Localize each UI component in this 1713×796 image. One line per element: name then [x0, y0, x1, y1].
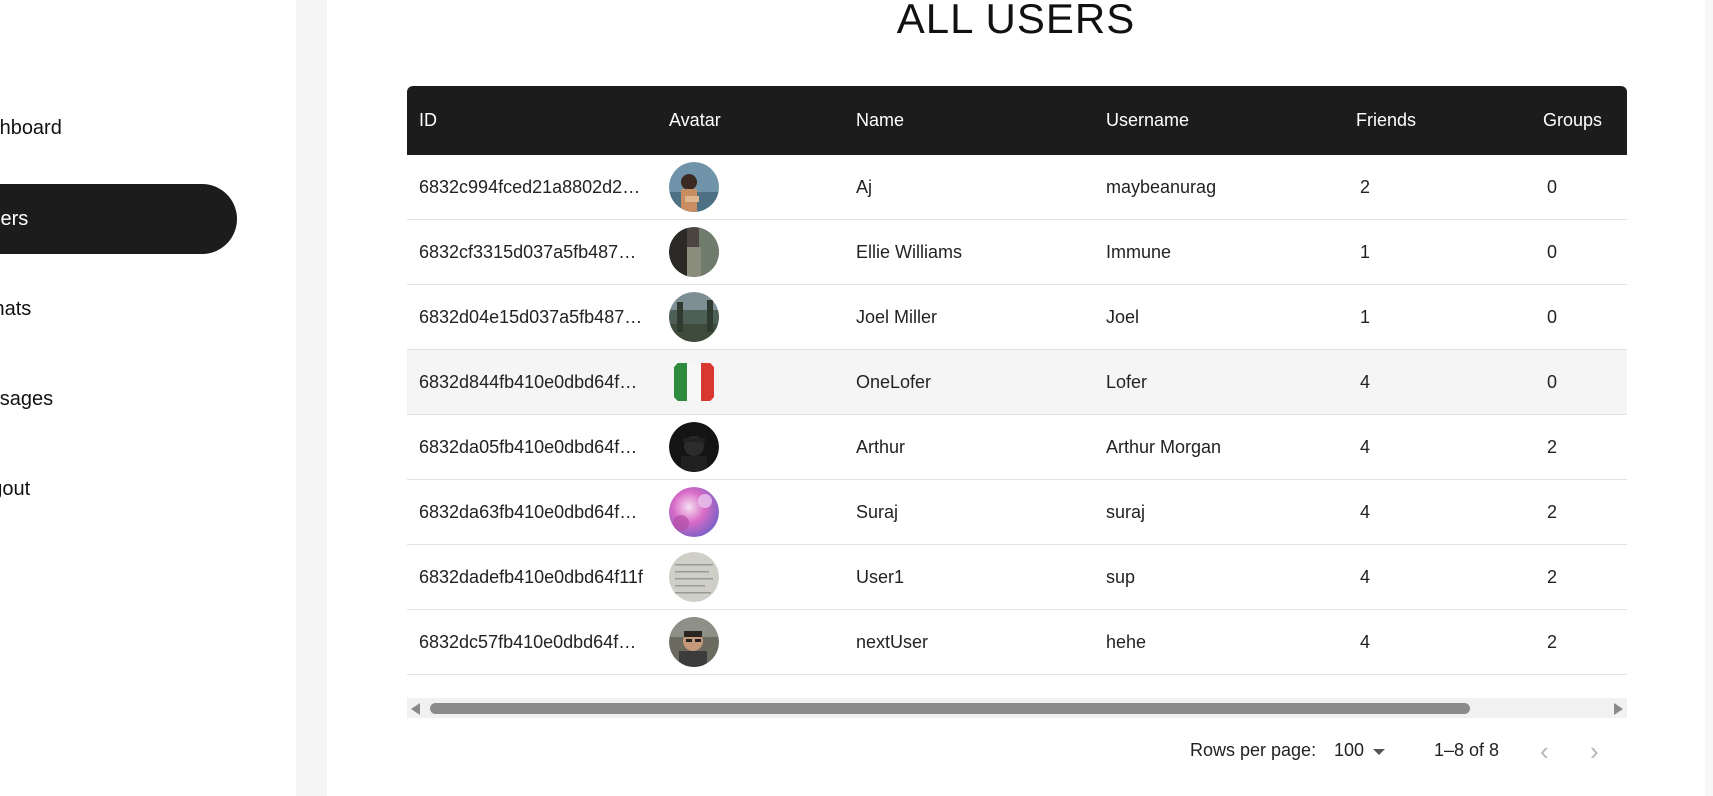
column-header-username[interactable]: Username [1094, 110, 1344, 131]
cell-username: Arthur Morgan [1106, 436, 1222, 457]
column-header-avatar[interactable]: Avatar [657, 110, 844, 131]
avatar-cell [657, 422, 844, 472]
table-row[interactable]: 6832da05fb410e0dbd64f… Arthur Arthur Mor… [407, 415, 1627, 480]
cell-id: 6832d844fb410e0dbd64f… [419, 371, 638, 392]
cell-username: Lofer [1106, 371, 1148, 392]
sidebar-item-label: Messages [0, 387, 54, 410]
sidebar-item-messages[interactable]: Messages [0, 364, 237, 434]
cell-name: Joel Miller [856, 306, 938, 327]
avatar [669, 552, 719, 602]
cell-groups: 0 [1547, 306, 1558, 327]
cell-friends: 2 [1360, 176, 1371, 197]
avatar [669, 617, 719, 667]
column-header-friends[interactable]: Friends [1344, 110, 1531, 131]
cell-friends: 1 [1360, 306, 1371, 327]
table-row[interactable]: 6832cf3315d037a5fb487… Ellie Williams Im… [407, 220, 1627, 285]
avatar-cell [657, 227, 844, 277]
sidebar-item-label: Logout [0, 477, 31, 500]
column-header-name[interactable]: Name [844, 110, 1094, 131]
scroll-left-icon[interactable] [411, 703, 420, 715]
chevron-down-icon[interactable] [1373, 749, 1385, 755]
cell-username: maybeanurag [1106, 176, 1217, 197]
cell-username: sup [1106, 566, 1136, 587]
pagination: Rows per page: 100 1–8 of 8 ‹ › [407, 736, 1627, 766]
cell-friends: 4 [1360, 501, 1371, 522]
cell-name: Suraj [856, 501, 899, 522]
rows-per-page-select[interactable]: 100 [1334, 740, 1364, 761]
cell-groups: 2 [1547, 436, 1558, 457]
cell-groups: 2 [1547, 631, 1558, 652]
window-edge [1705, 0, 1713, 796]
column-header-groups[interactable]: Groups [1531, 110, 1627, 131]
cell-name: Aj [856, 176, 873, 197]
cell-groups: 2 [1547, 566, 1558, 587]
cell-username: Joel [1106, 306, 1140, 327]
avatar [669, 357, 719, 407]
cell-username: Immune [1106, 241, 1172, 262]
sidebar-item-label: Dashboard [0, 116, 62, 139]
sidebar-item-chats[interactable]: Chats [0, 274, 237, 344]
table-header: ID Avatar Name Username Friends Groups [407, 86, 1627, 155]
page-title: ALL USERS [896, 0, 1136, 42]
content-gutter [296, 0, 327, 796]
chevron-right-icon[interactable]: › [1590, 738, 1599, 764]
table-row[interactable]: 6832da63fb410e0dbd64f10f Suraj suraj 4 2 [407, 480, 1627, 545]
sidebar-item-users[interactable]: Users [0, 184, 237, 254]
avatar [669, 487, 719, 537]
cell-friends: 4 [1360, 566, 1371, 587]
avatar [669, 162, 719, 212]
cell-name: nextUser [856, 631, 929, 652]
cell-id: 6832c994fced21a8802d2… [419, 176, 641, 197]
column-header-id[interactable]: ID [407, 110, 657, 131]
cell-friends: 4 [1360, 371, 1371, 392]
scroll-right-icon[interactable] [1614, 703, 1623, 715]
avatar-cell [657, 552, 844, 602]
users-table: ID Avatar Name Username Friends Groups 6… [407, 86, 1627, 675]
sidebar: Dashboard Users Chats Messages Logout [0, 0, 296, 796]
cell-username: suraj [1106, 501, 1146, 522]
sidebar-item-logout[interactable]: Logout [0, 454, 237, 524]
cell-name: Arthur [856, 436, 906, 457]
horizontal-scrollbar[interactable] [407, 698, 1627, 718]
cell-id: 6832da05fb410e0dbd64f… [419, 436, 638, 457]
sidebar-item-dashboard[interactable]: Dashboard [0, 93, 237, 163]
cell-name: Ellie Williams [856, 241, 963, 262]
cell-id: 6832d04e15d037a5fb487… [419, 306, 643, 327]
cell-groups: 0 [1547, 176, 1558, 197]
cell-id: 6832da63fb410e0dbd64f10f [419, 501, 645, 522]
cell-friends: 4 [1360, 436, 1371, 457]
cell-id: 6832dc57fb410e0dbd64f… [419, 631, 637, 652]
table-row[interactable]: 6832c994fced21a8802d2… Aj maybeanurag 2 … [407, 155, 1627, 220]
table-row[interactable]: 6832d04e15d037a5fb487… Joel Miller Joel … [407, 285, 1627, 350]
cell-name: User1 [856, 566, 905, 587]
chevron-left-icon[interactable]: ‹ [1540, 738, 1549, 764]
table-row[interactable]: 6832dadefb410e0dbd64f11f User1 sup 4 2 [407, 545, 1627, 610]
avatar-cell [657, 292, 844, 342]
cell-groups: 0 [1547, 241, 1558, 262]
cell-groups: 0 [1547, 371, 1558, 392]
cell-friends: 1 [1360, 241, 1371, 262]
cell-username: hehe [1106, 631, 1147, 652]
cell-groups: 2 [1547, 501, 1558, 522]
cell-name: OneLofer [856, 371, 932, 392]
avatar [669, 227, 719, 277]
avatar-cell [657, 487, 844, 537]
avatar-cell [657, 162, 844, 212]
avatar [669, 292, 719, 342]
rows-per-page-label: Rows per page: [1190, 740, 1317, 760]
avatar-cell [657, 617, 844, 667]
scroll-thumb[interactable] [430, 703, 1470, 714]
table-row[interactable]: 6832dc57fb410e0dbd64f… nextUser hehe 4 2 [407, 610, 1627, 675]
cell-id: 6832dadefb410e0dbd64f11f [419, 566, 643, 587]
sidebar-item-label: Users [0, 207, 29, 230]
cell-friends: 4 [1360, 631, 1371, 652]
sidebar-item-label: Chats [0, 297, 32, 320]
pagination-range: 1–8 of 8 [1434, 740, 1500, 760]
table-row[interactable]: 6832d844fb410e0dbd64f… OneLofer Lofer 4 … [407, 350, 1627, 415]
cell-id: 6832cf3315d037a5fb487… [419, 241, 637, 262]
avatar-cell [657, 357, 844, 407]
avatar [669, 422, 719, 472]
